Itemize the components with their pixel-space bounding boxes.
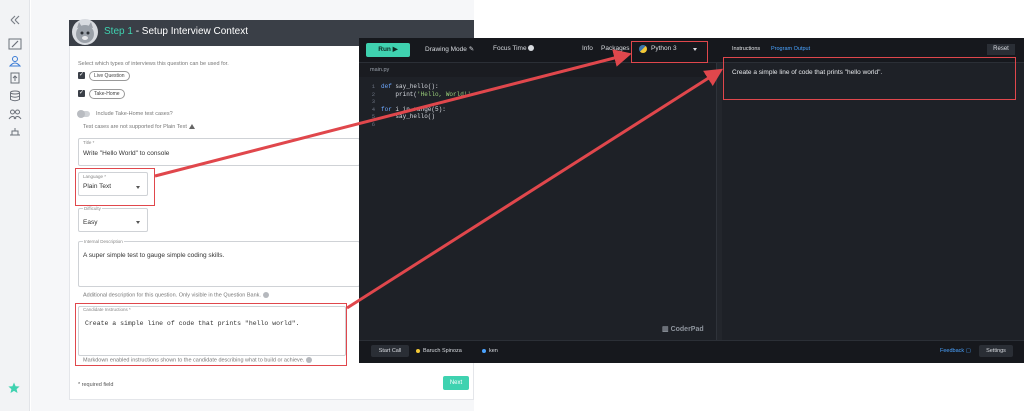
step-number: Step 1 bbox=[104, 26, 133, 37]
interviews-icon[interactable] bbox=[8, 55, 22, 67]
code-line: def say_hello(): bbox=[381, 83, 471, 91]
participant-1-name: Baruch Spinoza bbox=[423, 348, 462, 354]
run-button[interactable]: Run ▶ bbox=[366, 43, 410, 57]
file-tab-main[interactable]: main.py bbox=[370, 67, 389, 73]
keyword-for: for bbox=[381, 105, 392, 113]
start-call-button[interactable]: Start Call bbox=[371, 345, 409, 357]
step-title: Step 1 - Setup Interview Context bbox=[104, 26, 248, 37]
line-number: 6 bbox=[371, 120, 375, 128]
line-number-gutter: 1 2 3 4 5 6 bbox=[363, 83, 375, 129]
line-number: 2 bbox=[371, 90, 375, 98]
code-line: for i in range(5): bbox=[381, 106, 471, 114]
testcases-note-text: Test cases are not supported for Plain T… bbox=[83, 124, 187, 130]
string-literal: 'Hello, World!' bbox=[417, 90, 472, 98]
highlight-candidate-instructions bbox=[75, 303, 347, 366]
packages-button[interactable]: Packages bbox=[601, 45, 630, 52]
user-color-dot bbox=[482, 348, 486, 353]
live-question-checkbox[interactable]: ✓ bbox=[78, 72, 85, 79]
upload-icon[interactable] bbox=[8, 72, 22, 84]
title-field-value: Write "Hello World" to console bbox=[83, 150, 170, 157]
focus-time-label: Focus Time bbox=[493, 45, 527, 52]
warning-icon bbox=[188, 124, 195, 130]
drawing-mode-button[interactable]: Drawing Mode ✎ bbox=[425, 45, 474, 53]
coderpad-cat-icon bbox=[72, 19, 98, 45]
code-text: i in range(5): bbox=[391, 105, 446, 113]
settings-button[interactable]: Settings bbox=[979, 345, 1013, 357]
team-icon[interactable] bbox=[8, 108, 22, 120]
takehome-checkbox[interactable]: ✓ bbox=[78, 90, 85, 97]
info-icon bbox=[262, 292, 269, 298]
internal-description-value: A super simple test to gauge simple codi… bbox=[83, 252, 225, 259]
play-icon: ▶ bbox=[392, 46, 398, 53]
code-line: print('Hello, World!' bbox=[381, 91, 471, 99]
coderpad-watermark-text: CoderPad bbox=[670, 326, 704, 333]
include-takehome-toggle[interactable] bbox=[77, 110, 90, 118]
coderpad-watermark: ▥ CoderPad bbox=[662, 326, 704, 333]
line-number: 4 bbox=[371, 105, 375, 113]
internal-description-help-text: Additional description for this question… bbox=[83, 292, 261, 299]
difficulty-chevron-down-icon bbox=[136, 221, 140, 224]
difficulty-select-label: Difficulty bbox=[83, 206, 102, 211]
tab-instructions[interactable]: Instructions bbox=[732, 46, 760, 52]
pencil-icon: ✎ bbox=[468, 46, 475, 53]
internal-description-label: Internal Description bbox=[83, 239, 124, 244]
participant-2: ken bbox=[482, 348, 498, 354]
line-number: 5 bbox=[371, 113, 375, 121]
file-tab-row bbox=[359, 63, 716, 77]
takehome-chip[interactable]: Take-Home bbox=[89, 89, 125, 99]
highlight-language-select bbox=[75, 168, 155, 206]
edit-icon[interactable] bbox=[8, 38, 22, 50]
integrations-icon[interactable] bbox=[8, 126, 22, 138]
code-text: print( bbox=[381, 90, 418, 98]
testcases-note: Test cases are not supported for Plain T… bbox=[83, 124, 195, 130]
collapse-icon[interactable] bbox=[8, 14, 22, 26]
participant-2-name: ken bbox=[489, 348, 498, 354]
step-title-text: - Setup Interview Context bbox=[132, 26, 248, 37]
title-field-label: Title * bbox=[83, 140, 95, 145]
code-line: say_hello() bbox=[381, 113, 436, 121]
instructions-pane bbox=[722, 63, 1024, 340]
code-area[interactable]: def say_hello(): print('Hello, World!' f… bbox=[381, 83, 471, 129]
next-button[interactable]: Next bbox=[443, 376, 469, 390]
line-number: 3 bbox=[371, 98, 375, 106]
participant-1: Baruch Spinoza bbox=[416, 348, 462, 354]
required-field-note: * required field bbox=[78, 382, 114, 388]
live-question-chip[interactable]: Live Question bbox=[89, 71, 130, 81]
include-takehome-label: Include Take-Home test cases? bbox=[96, 111, 173, 117]
run-label: Run bbox=[378, 46, 391, 53]
tab-program-output[interactable]: Program Output bbox=[771, 46, 810, 52]
feedback-link[interactable]: Feedback ▢ bbox=[940, 348, 971, 354]
line-number: 1 bbox=[371, 83, 375, 90]
difficulty-select-value: Easy bbox=[83, 219, 98, 226]
highlight-language-dropdown bbox=[631, 41, 708, 63]
keyword-def: def bbox=[381, 83, 392, 90]
screenshot-root: Step 1 - Setup Interview Context Select … bbox=[0, 0, 1024, 411]
internal-description-field[interactable] bbox=[78, 241, 360, 287]
code-text: say_hello(): bbox=[391, 83, 439, 90]
feedback-label: Feedback bbox=[940, 348, 965, 354]
left-sidebar bbox=[0, 0, 30, 411]
star-icon[interactable] bbox=[8, 381, 20, 393]
interview-types-prompt: Select which types of interviews this qu… bbox=[78, 61, 229, 67]
user-color-dot bbox=[416, 348, 420, 353]
reset-button[interactable]: Reset bbox=[987, 44, 1015, 55]
info-button[interactable]: Info bbox=[582, 45, 593, 52]
internal-description-help: Additional description for this question… bbox=[83, 292, 269, 298]
focus-time-button[interactable]: Focus Time bbox=[493, 45, 535, 52]
drawing-mode-label: Drawing Mode bbox=[425, 46, 467, 53]
highlight-instructions-text bbox=[723, 57, 1016, 100]
chat-icon: ▢ bbox=[965, 348, 971, 354]
info-circle-icon bbox=[528, 45, 535, 52]
database-icon[interactable] bbox=[8, 90, 22, 102]
